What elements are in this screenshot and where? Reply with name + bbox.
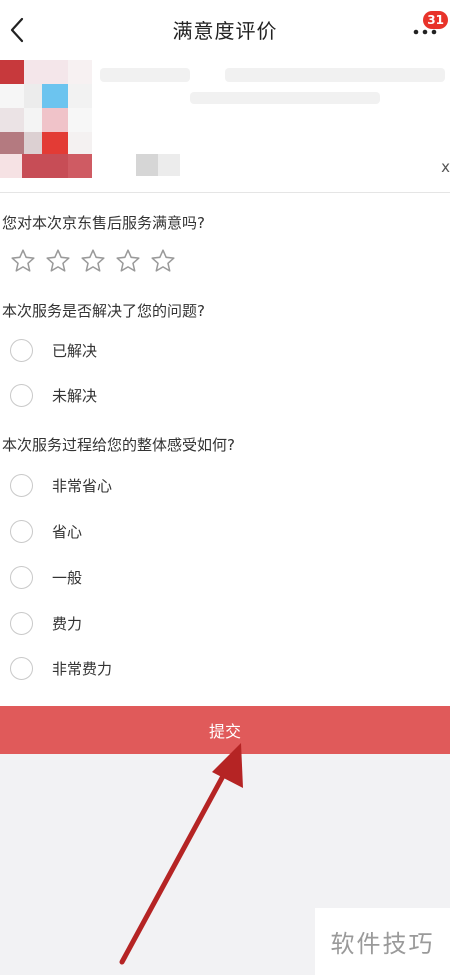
option-very-effortful[interactable]: 非常费力 [10,654,112,682]
option-unresolved[interactable]: 未解决 [10,381,97,409]
product-spec-blur [158,154,180,176]
evaluation-card: x 您对本次京东售后服务满意吗? 本次服务是否解决了您的问题? 已解决 未解决 … [0,58,450,706]
option-resolved[interactable]: 已解决 [10,336,97,364]
question-resolved: 本次服务是否解决了您的问题? [2,302,205,320]
product-thumbnail [0,60,92,178]
notification-badge: 31 [423,11,448,29]
submit-button[interactable]: 提交 [0,706,450,754]
option-label: 未解决 [52,386,98,405]
product-info: x [0,58,450,192]
product-name-blur [190,92,380,104]
star-icon[interactable] [150,248,176,274]
star-icon[interactable] [80,248,106,274]
option-label: 已解决 [52,341,98,360]
top-bar: 满意度评价 31 [0,0,450,58]
product-name-blur [100,68,190,82]
option-very-easy[interactable]: 非常省心 [10,471,112,499]
radio-button[interactable] [10,338,33,362]
option-label: 非常省心 [52,476,113,495]
star-icon[interactable] [115,248,141,274]
option-effortful[interactable]: 费力 [10,609,82,637]
radio-button[interactable] [10,565,33,589]
watermark: 软件技巧 [315,908,450,975]
option-label: 非常费力 [52,659,113,678]
radio-button[interactable] [10,519,33,543]
question-experience: 本次服务过程给您的整体感受如何? [2,436,235,454]
radio-button[interactable] [10,656,33,680]
product-spec-blur [136,154,158,176]
star-rating[interactable] [10,248,185,274]
star-icon[interactable] [10,248,36,274]
star-icon[interactable] [45,248,71,274]
question-satisfaction: 您对本次京东售后服务满意吗? [2,214,205,232]
page-title: 满意度评价 [172,18,278,43]
option-label: 费力 [52,614,83,633]
radio-button[interactable] [10,383,33,407]
option-label: 一般 [52,568,83,587]
option-average[interactable]: 一般 [10,563,82,591]
option-easy[interactable]: 省心 [10,517,82,545]
option-label: 省心 [52,522,83,541]
close-icon[interactable]: x [441,158,450,176]
product-name-blur [225,68,445,82]
radio-button[interactable] [10,473,33,497]
radio-button[interactable] [10,611,33,635]
chevron-left-icon[interactable] [6,16,30,44]
divider [0,192,450,193]
